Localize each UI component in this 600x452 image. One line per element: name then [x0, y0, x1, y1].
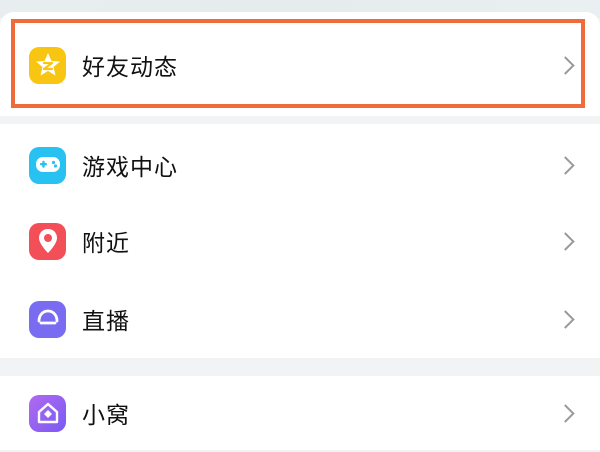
menu-item-label: 好友动态 [82, 55, 178, 81]
chevron-right-icon [556, 231, 575, 251]
menu-group-bottom: 小窝 [0, 376, 600, 450]
chevron-right-icon [556, 403, 575, 423]
live-broadcast-icon [29, 300, 66, 338]
menu-item-game-center[interactable]: 游戏中心 [0, 126, 600, 204]
chevron-right-icon [556, 309, 575, 329]
menu-item-live[interactable]: 直播 [0, 280, 600, 358]
home-diamond-icon [29, 394, 66, 432]
gamepad-icon [29, 146, 66, 184]
menu-item-friend-feed[interactable]: 好友动态 [0, 26, 600, 104]
chevron-right-icon [556, 55, 575, 75]
menu-item-label: 游戏中心 [82, 155, 178, 181]
menu-item-label: 直播 [82, 309, 130, 335]
menu-item-nearby[interactable]: 附近 [0, 202, 600, 280]
menu-item-label: 小窝 [82, 403, 130, 429]
location-pin-icon [29, 222, 66, 260]
menu-item-label: 附近 [82, 231, 130, 257]
chevron-right-icon [556, 155, 575, 175]
menu-item-nest[interactable]: 小窝 [0, 374, 600, 452]
qzone-star-icon [29, 46, 66, 84]
menu-group-top: 好友动态 [0, 12, 600, 116]
menu-group-middle: 游戏中心 附近 直播 [0, 124, 600, 358]
